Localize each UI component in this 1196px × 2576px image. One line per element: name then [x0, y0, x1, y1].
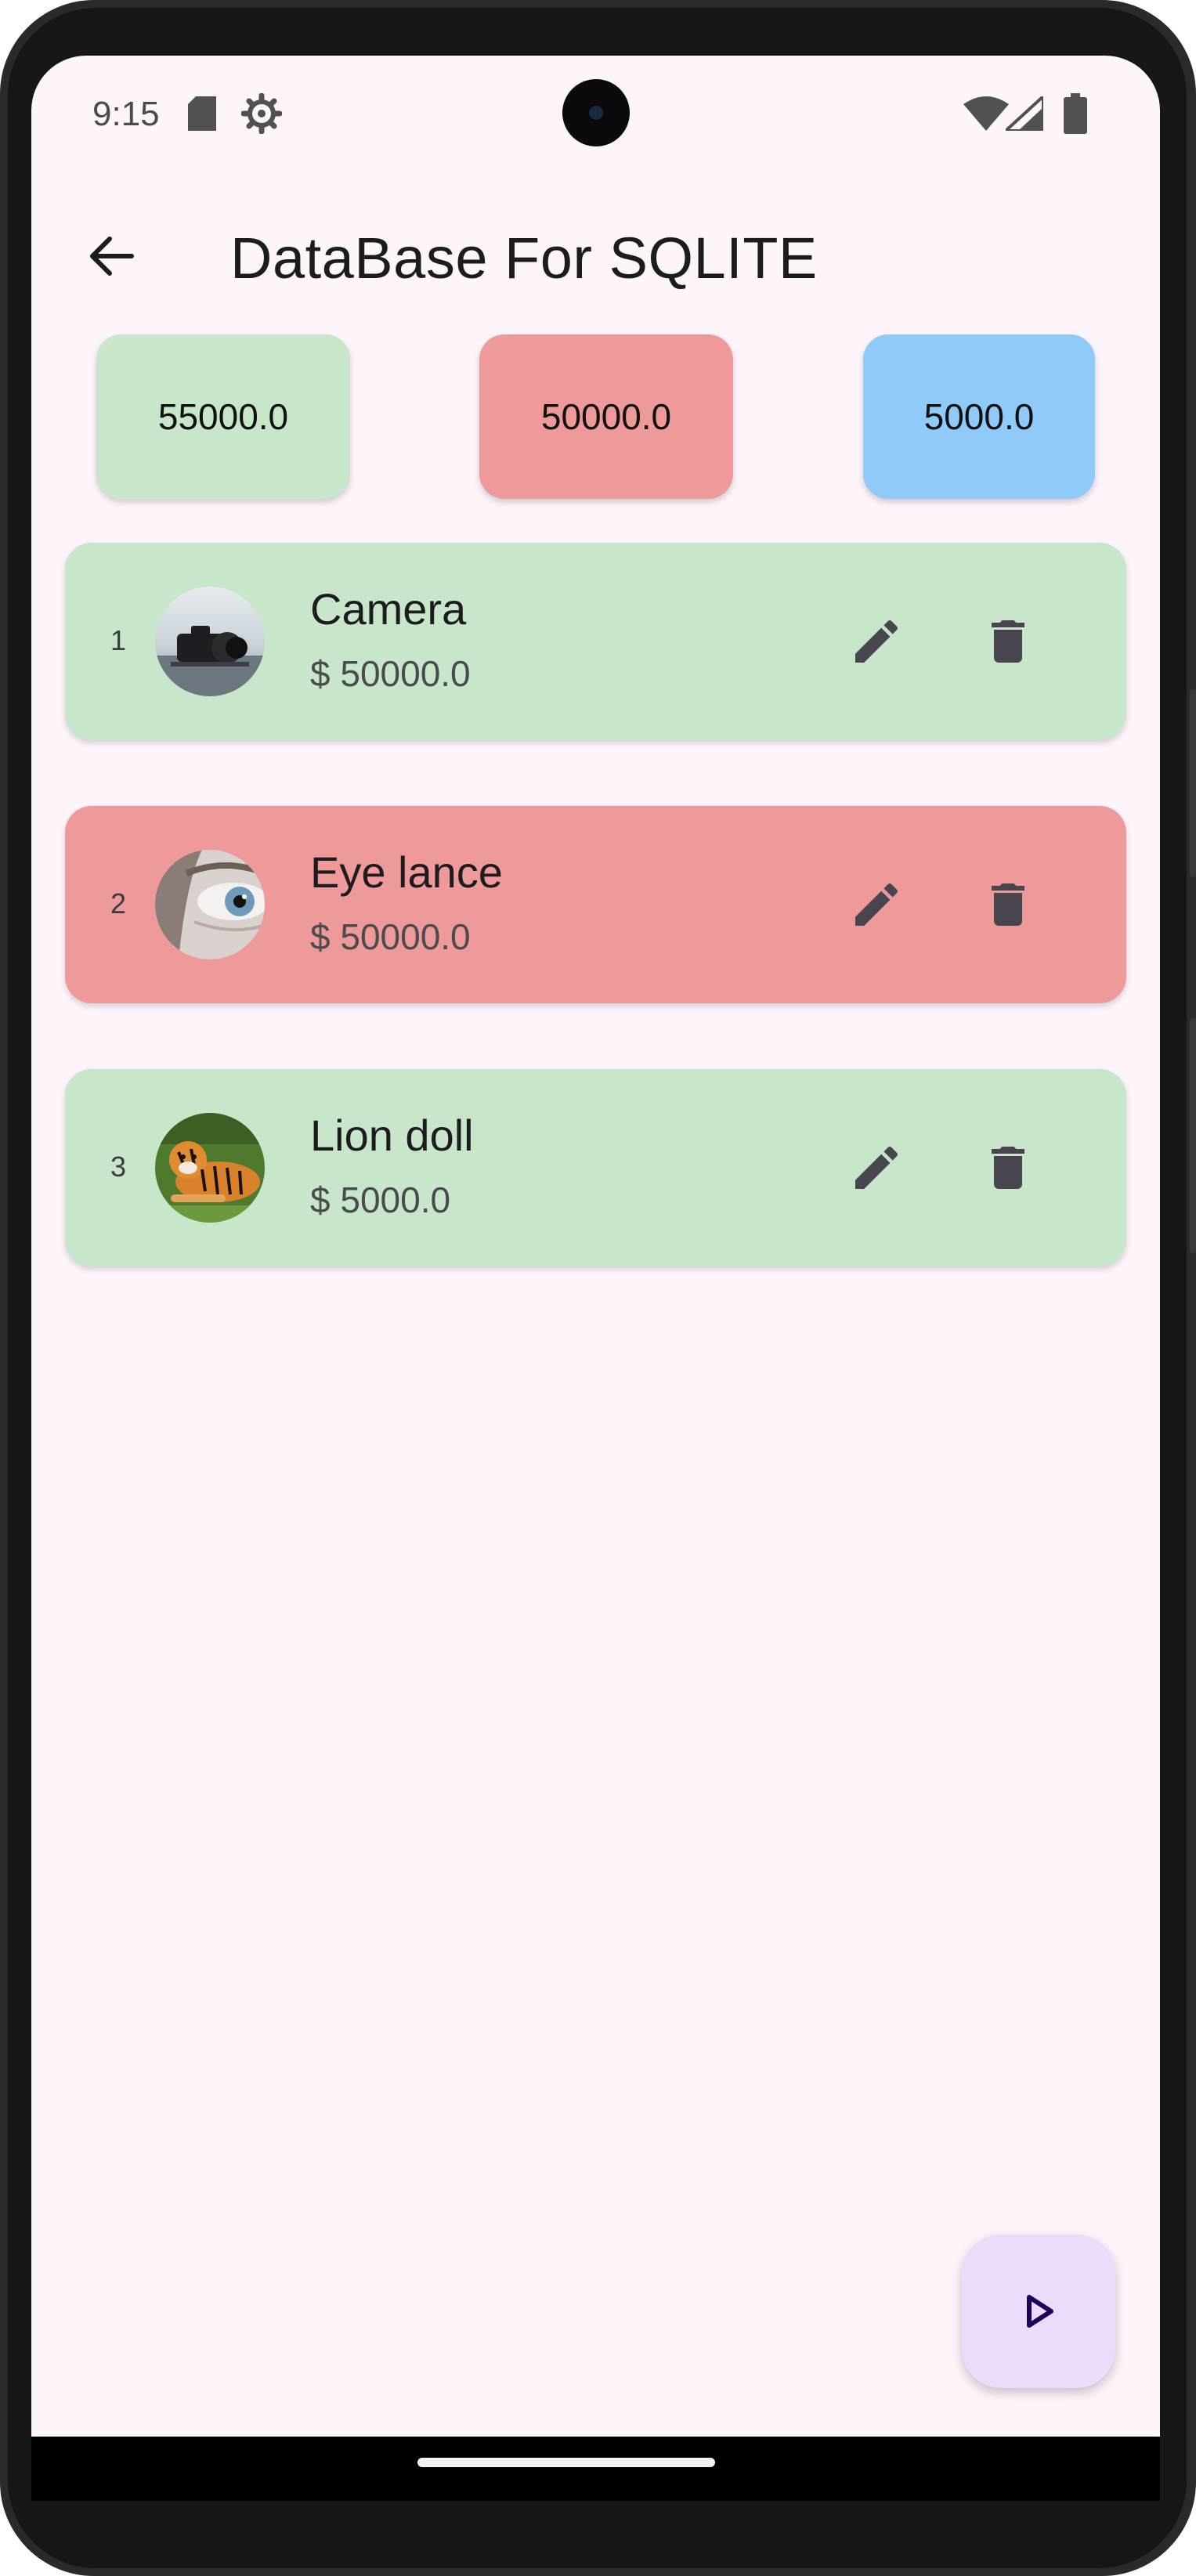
trash-icon [992, 883, 1024, 926]
item-price: $ 5000.0 [310, 1180, 451, 1220]
item-name: Lion doll [310, 1111, 474, 1160]
signal-icon [1001, 92, 1045, 135]
status-bar: 9:15 [31, 56, 1160, 173]
status-time: 9:15 [92, 95, 160, 133]
screen: 9:15 DataBase For SQLITE 55000.0 50000.0… [31, 56, 1160, 2501]
item-price: $ 50000.0 [310, 653, 471, 694]
item-avatar [155, 850, 265, 959]
sd-card-icon [188, 96, 216, 135]
eye-photo [155, 850, 265, 959]
total-chip-all: 55000.0 [96, 334, 350, 499]
edit-icon [855, 620, 898, 663]
item-index: 2 [110, 887, 127, 919]
total-chip-high: 50000.0 [479, 334, 733, 499]
power-button [1190, 1018, 1196, 1253]
item-name: Camera [310, 584, 467, 634]
list-item[interactable]: 2 Eye lance $ 50000.0 [65, 806, 1126, 1003]
item-price: $ 50000.0 [310, 916, 471, 957]
item-index: 3 [110, 1151, 127, 1183]
back-button[interactable] [72, 217, 150, 295]
trash-icon [992, 1147, 1024, 1189]
app-bar: DataBase For SQLITE [31, 189, 1160, 322]
wifi-icon [963, 96, 1009, 135]
volume-button [1190, 689, 1196, 877]
play-arrow-icon [1027, 2295, 1053, 2328]
list-item[interactable]: 3 Lion doll $ 5000.0 [65, 1069, 1126, 1266]
play-fab-button[interactable] [962, 2235, 1115, 2388]
edit-icon [855, 883, 898, 926]
item-name: Eye lance [310, 847, 503, 897]
camera-photo [155, 587, 265, 696]
delete-button[interactable] [969, 602, 1047, 681]
front-camera [562, 79, 630, 146]
page-title: DataBase For SQLITE [230, 226, 818, 291]
trash-icon [992, 620, 1024, 663]
device-frame: 9:15 DataBase For SQLITE 55000.0 50000.0… [0, 0, 1196, 2576]
item-avatar [155, 587, 265, 696]
delete-button[interactable] [969, 865, 1047, 944]
edit-button[interactable] [837, 865, 916, 944]
tiger-photo [155, 1113, 265, 1223]
edit-icon [855, 1146, 898, 1189]
delete-button[interactable] [969, 1129, 1047, 1207]
total-chip-low: 5000.0 [863, 334, 1095, 499]
battery-icon [1064, 93, 1087, 138]
edit-button[interactable] [837, 602, 916, 681]
item-index: 1 [110, 624, 127, 656]
list-item[interactable]: 1 Camera $ 50000.0 [65, 543, 1126, 740]
item-avatar [155, 1113, 265, 1223]
settings-icon [240, 92, 283, 138]
arrow-back-icon [90, 237, 134, 276]
edit-button[interactable] [837, 1129, 916, 1207]
navigation-bar [31, 2437, 1160, 2501]
home-gesture-handle[interactable] [417, 2458, 715, 2467]
